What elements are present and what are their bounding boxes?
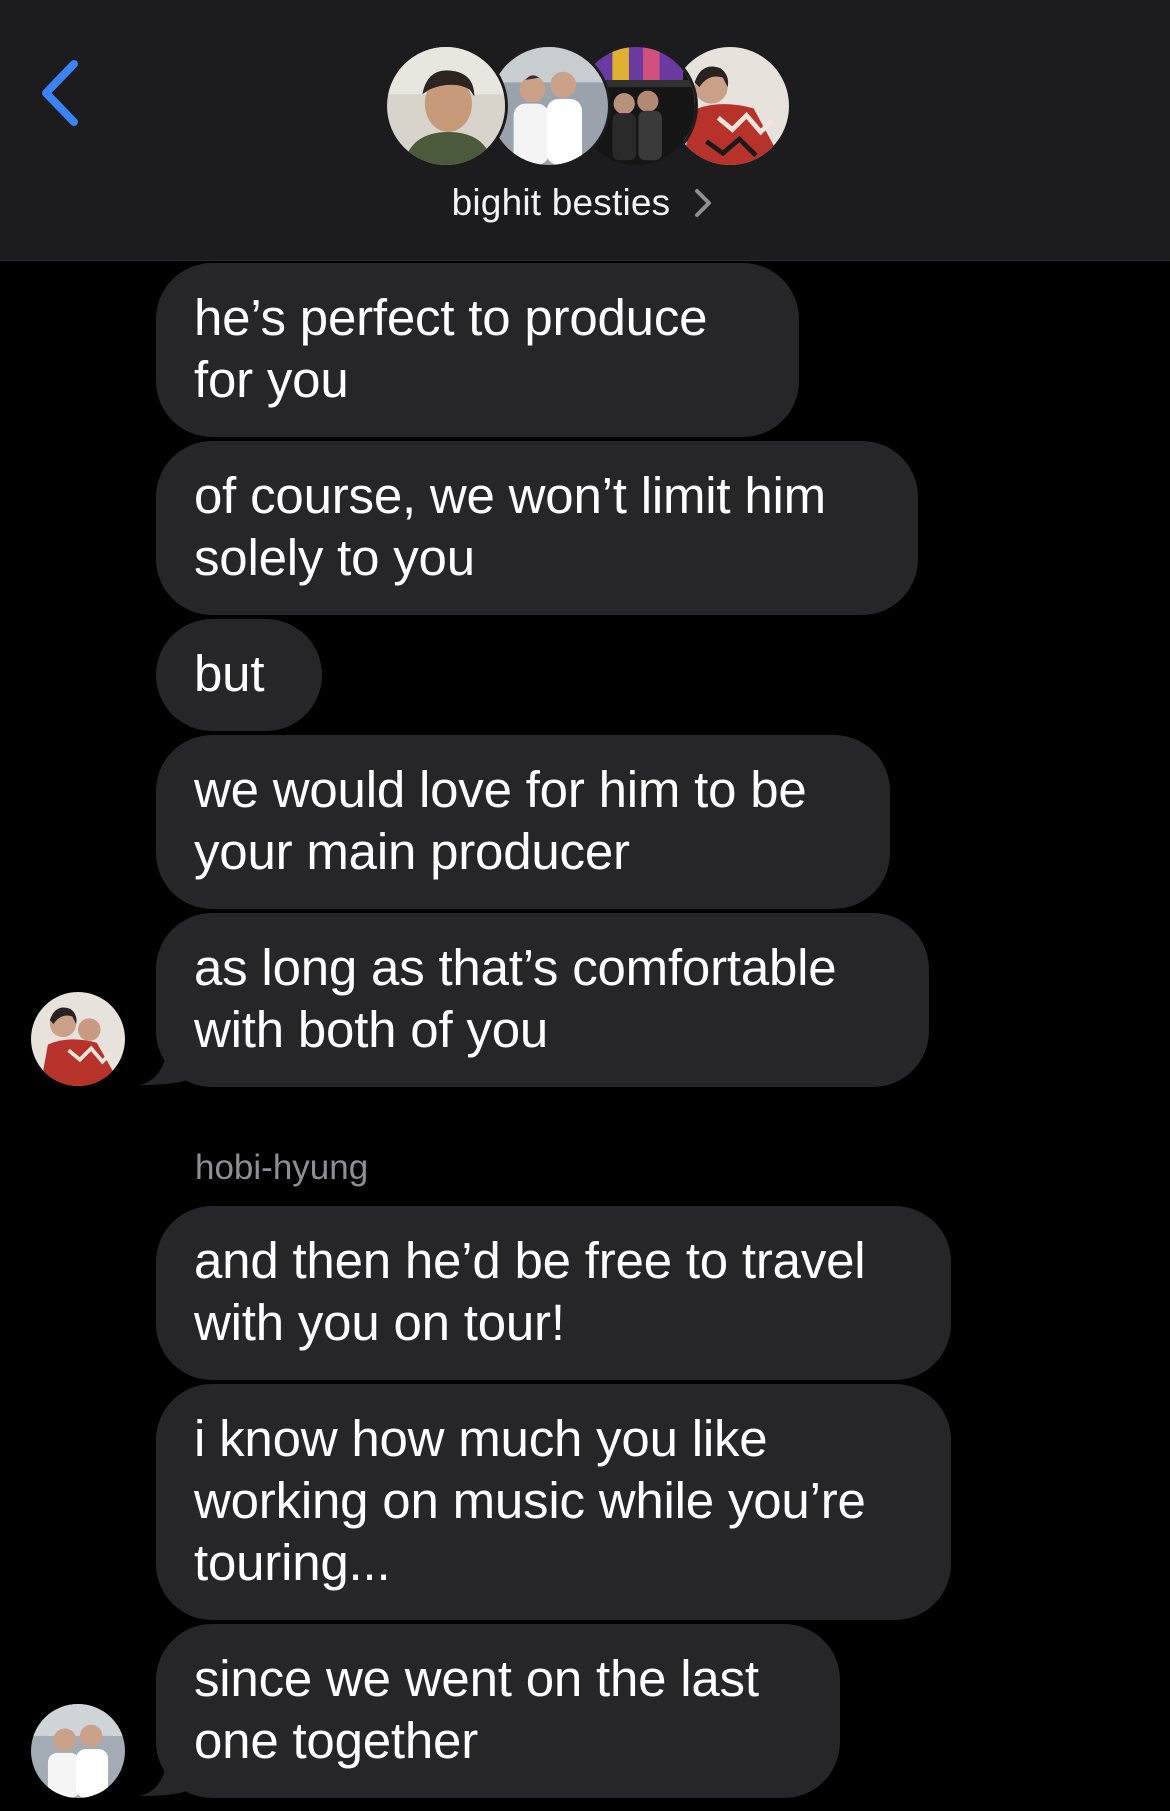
- sender-name: hobi-hyung: [195, 1148, 369, 1187]
- sender-avatar[interactable]: [31, 992, 125, 1086]
- chevron-left-icon: [42, 60, 78, 126]
- back-button[interactable]: [30, 48, 90, 138]
- message-bubble[interactable]: as long as that’s comfortable with both …: [156, 913, 929, 1087]
- message-bubble[interactable]: and then he’d be free to travel with you…: [156, 1206, 951, 1380]
- group-avatars[interactable]: [384, 44, 794, 170]
- chevron-right-icon: [695, 189, 712, 217]
- chat-header: bighit besties: [0, 0, 1170, 261]
- sender-avatar[interactable]: [31, 1704, 125, 1798]
- message-bubble[interactable]: i know how much you like working on musi…: [156, 1384, 951, 1620]
- group-name: bighit besties: [451, 182, 671, 223]
- message-bubble[interactable]: we would love for him to be your main pr…: [156, 735, 890, 909]
- message-bubble[interactable]: of course, we won’t limit him solely to …: [156, 441, 918, 615]
- group-info-button[interactable]: bighit besties: [0, 178, 1170, 228]
- message-bubble[interactable]: but: [156, 619, 322, 731]
- message-bubble[interactable]: since we went on the last one together: [156, 1624, 840, 1798]
- message-bubble[interactable]: he’s perfect to produce for you: [156, 263, 799, 437]
- bubble-tail: [140, 1045, 196, 1085]
- member-avatar: [384, 44, 508, 168]
- chat-screen: bighit besties he’s perfect to produce f…: [0, 0, 1170, 1811]
- bubble-tail: [140, 1756, 196, 1796]
